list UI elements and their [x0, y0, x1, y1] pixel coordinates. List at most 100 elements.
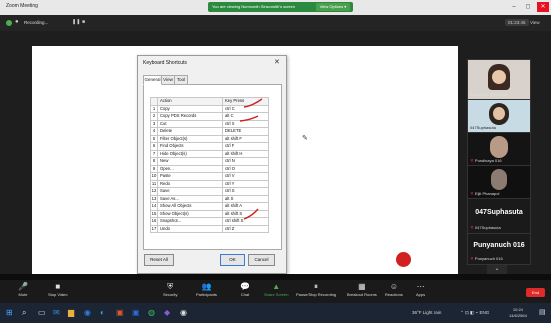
- participant-tile[interactable]: Punyanuch 016 ✕ Punyanuch 016: [467, 233, 531, 265]
- security-button[interactable]: ⛨ Security: [163, 282, 177, 297]
- participant-name-text: 047Suphasuta: [474, 225, 501, 230]
- row-number: 8: [150, 157, 158, 166]
- maximize-button[interactable]: ◻: [522, 2, 534, 12]
- recording-icon: ●: [15, 19, 19, 25]
- participant-tile[interactable]: ✕ Pundinaya 016: [467, 132, 531, 166]
- view-menu[interactable]: View: [530, 20, 540, 25]
- taskbar-clock[interactable]: 10:24 14/6/2564: [509, 307, 527, 319]
- participant-tile[interactable]: 047Suphasuta ✕ 047Suphasuta: [467, 198, 531, 234]
- edge-browser-icon[interactable]: ◐: [100, 308, 105, 318]
- reset-all-button[interactable]: Reset All: [144, 254, 174, 266]
- reactions-button[interactable]: ☺ Reactions: [385, 282, 403, 297]
- table-row[interactable]: 6 Find Objects ctrl F: [150, 142, 269, 151]
- task-view-icon[interactable]: ▭: [38, 308, 46, 318]
- breakout-rooms-icon: ▦: [358, 282, 366, 291]
- table-row[interactable]: 4 Delete DELETE: [150, 127, 269, 136]
- participant-tile[interactable]: Numnonth Sinsonsith: [467, 59, 531, 100]
- table-row[interactable]: 17 Undo ctrl Z: [150, 224, 269, 233]
- shortcut-action: Show Object(s): [157, 209, 223, 218]
- participant-name: ✕ 047Suphasuta: [470, 225, 501, 231]
- participant-name-text: Eijit Phanapol: [474, 191, 500, 196]
- shortcut-key: alt C: [222, 112, 269, 121]
- table-row[interactable]: 11 Redo ctrl Y: [150, 179, 269, 188]
- toolbar-label: Share Screen: [264, 292, 289, 297]
- table-row[interactable]: 14 Show All Objects alt shift A: [150, 202, 269, 211]
- table-row[interactable]: 13 Save As... alt S: [150, 194, 269, 203]
- shortcuts-table: Action Key Press 1 Copy ctrl C 2 Copy PDS Re…: [150, 97, 269, 233]
- close-window-button[interactable]: ✕: [537, 2, 549, 12]
- cancel-button[interactable]: Cancel: [248, 254, 275, 266]
- app-title: Zoom Meeting: [6, 3, 38, 9]
- shortcut-key: ctrl N: [222, 157, 269, 166]
- table-row[interactable]: 3 Cut ctrl X: [150, 119, 269, 128]
- recording-pause-icon[interactable]: ❚❚: [72, 19, 80, 25]
- windows-start-icon[interactable]: ⊞: [6, 308, 13, 318]
- gallery-scroll-down-button[interactable]: ⌄: [487, 265, 507, 274]
- video-camera-icon: ■: [55, 282, 61, 291]
- shortcut-action: New: [157, 157, 223, 166]
- key-press-column-header: Key Press: [222, 97, 269, 106]
- shortcut-key: alt shift S: [222, 209, 269, 218]
- table-row[interactable]: 15 Show Object(s) alt shift S: [150, 209, 269, 218]
- row-number: 6: [150, 142, 158, 151]
- tab-general[interactable]: General: [143, 75, 162, 85]
- dialog-title: Keyboard Shortcuts: [143, 60, 187, 66]
- participants-button[interactable]: 👥 Participants: [196, 282, 217, 297]
- table-row[interactable]: 2 Copy PDS Records alt C: [150, 112, 269, 121]
- table-row[interactable]: 1 Copy ctrl C: [150, 104, 269, 113]
- keyboard-shortcuts-dialog: Keyboard Shortcuts ✕ General View Tool A…: [137, 55, 287, 274]
- breakout-rooms-button[interactable]: ▦ Breakout Rooms: [347, 282, 377, 297]
- mute-button[interactable]: 🎤 Mute: [18, 282, 28, 297]
- share-screen-button[interactable]: ▲ Share Screen: [264, 282, 288, 297]
- weather-widget[interactable]: 36°F Light rain: [412, 310, 441, 315]
- pause-stop-recording-button[interactable]: ⏸ Pause/Stop Recording: [296, 282, 336, 297]
- clock-date: 14/6/2564: [509, 313, 527, 318]
- meeting-duration: 01:23:45: [505, 19, 529, 26]
- table-row[interactable]: 5 Filter Object(s) alt shift F: [150, 134, 269, 143]
- row-number: 9: [150, 164, 158, 173]
- notifications-icon[interactable]: ▤: [539, 308, 546, 316]
- participant-face: [492, 70, 506, 84]
- shortcut-key: alt shift A: [222, 202, 269, 211]
- table-row[interactable]: 12 Save ctrl S: [150, 187, 269, 196]
- security-shield-icon[interactable]: [6, 20, 12, 26]
- row-number: 15: [150, 209, 158, 218]
- chat-button[interactable]: 💬 Chat: [240, 282, 250, 297]
- toolbar-label: Mute: [18, 292, 28, 297]
- recording-stop-icon[interactable]: ■: [82, 19, 85, 25]
- chrome-browser-icon[interactable]: ◍: [148, 308, 155, 318]
- dialog-close-icon[interactable]: ✕: [274, 58, 280, 66]
- system-tray-icons[interactable]: ⌃ ⊡ ◧ ⌁ ENG: [460, 310, 489, 316]
- table-row[interactable]: 9 Open... ctrl O: [150, 164, 269, 173]
- table-row[interactable]: 7 Hide Object(s) alt shift H: [150, 149, 269, 158]
- view-options-button[interactable]: View Options ▾: [316, 3, 350, 11]
- participant-name: 047Suphasuta: [470, 125, 496, 130]
- file-explorer-icon[interactable]: ▆: [68, 308, 74, 318]
- share-banner: You are viewing Numnonth Sinsonsith's sc…: [208, 2, 353, 12]
- word-icon[interactable]: ▣: [132, 308, 140, 318]
- mail-app-icon[interactable]: ✉: [53, 308, 60, 318]
- app-icon[interactable]: ◆: [164, 308, 170, 318]
- minimize-button[interactable]: –: [508, 2, 520, 12]
- apps-button[interactable]: ⋯ Apps: [416, 282, 425, 297]
- powerpoint-icon[interactable]: ▣: [116, 308, 124, 318]
- shield-icon: ⛨: [167, 282, 174, 291]
- table-row[interactable]: 16 Snapshot... ctrl shift S: [150, 217, 269, 226]
- zoom-app-icon[interactable]: ◉: [84, 308, 91, 318]
- search-icon[interactable]: ⌕: [22, 308, 26, 318]
- ok-button[interactable]: OK: [220, 254, 245, 266]
- participant-tile[interactable]: 047Suphasuta: [467, 99, 531, 133]
- participant-tile[interactable]: ✕ Eijit Phanapol: [467, 165, 531, 199]
- end-meeting-button[interactable]: End: [526, 288, 545, 297]
- shortcut-key: ctrl X: [222, 119, 269, 128]
- stop-video-button[interactable]: ■ Stop Video: [48, 282, 68, 297]
- shortcut-action: Hide Object(s): [157, 149, 223, 158]
- participant-avatar: [491, 169, 507, 190]
- participant-display-name: Punyanuch 016: [473, 242, 525, 249]
- row-number: 14: [150, 202, 158, 211]
- table-row[interactable]: 10 Paste ctrl V: [150, 172, 269, 181]
- annotation-pencil-icon: ✎: [302, 135, 308, 142]
- table-row[interactable]: 8 New ctrl N: [150, 157, 269, 166]
- shortcut-key: alt shift F: [222, 134, 269, 143]
- app-icon[interactable]: ◉: [180, 308, 187, 318]
